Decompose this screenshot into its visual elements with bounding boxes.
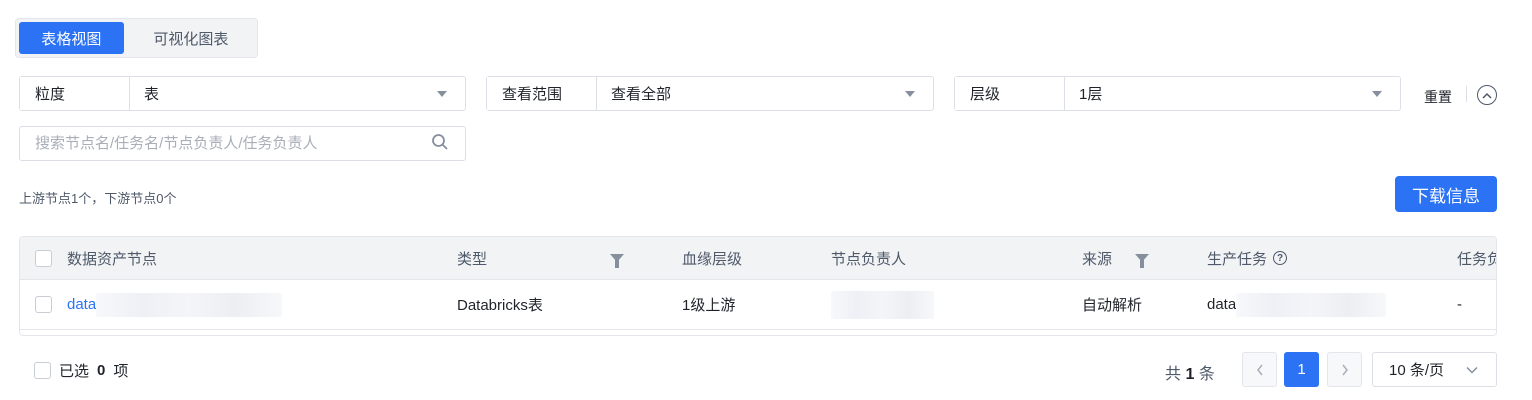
- task-cell: data: [1207, 296, 1237, 313]
- collapse-up-icon[interactable]: [1477, 85, 1497, 105]
- filter-label: 粒度: [20, 77, 130, 110]
- total-prefix: 共: [1165, 366, 1182, 383]
- download-button[interactable]: 下载信息: [1395, 176, 1497, 212]
- redacted-owner: [831, 290, 934, 319]
- redacted-text: [1236, 292, 1387, 317]
- tab-chart-view[interactable]: 可视化图表: [128, 22, 254, 54]
- column-header: 数据资产节点: [67, 250, 158, 268]
- selected-count: 0: [97, 362, 106, 379]
- search-icon[interactable]: [431, 133, 449, 154]
- lineage-summary: 上游节点1个，下游节点0个: [19, 191, 177, 206]
- filter-granularity[interactable]: 粒度 表: [19, 76, 466, 111]
- chevron-down-icon: [1466, 361, 1478, 378]
- filter-value: 查看全部: [611, 86, 672, 103]
- tab-table-view[interactable]: 表格视图: [19, 22, 124, 54]
- column-header: 来源: [1082, 250, 1113, 268]
- source-cell: 自动解析: [1082, 297, 1143, 314]
- column-header: 生产任务 ?: [1207, 237, 1288, 279]
- filter-icon[interactable]: [1135, 237, 1149, 279]
- filter-select[interactable]: 1层: [1065, 77, 1400, 110]
- caret-down-icon: [905, 90, 915, 97]
- selected-prefix: 已选: [59, 363, 90, 380]
- table-header: 数据资产节点 类型 血缘层级 节点负责人 来源 生产任务 ? 任务负: [20, 237, 1496, 280]
- task-owner-cell: -: [1457, 296, 1462, 313]
- view-switch: 表格视图 可视化图表: [15, 18, 258, 58]
- type-cell: Databricks表: [457, 297, 543, 314]
- filter-value: 表: [144, 86, 160, 103]
- filter-select[interactable]: 表: [130, 77, 465, 110]
- filter-icon[interactable]: [610, 237, 624, 279]
- total-number: 1: [1185, 366, 1195, 383]
- redacted-text: [96, 292, 283, 317]
- column-header: 任务负: [1457, 250, 1496, 268]
- column-header: 节点负责人: [831, 250, 907, 268]
- select-all-checkbox[interactable]: [35, 249, 52, 267]
- page-size-value: 10 条/页: [1389, 362, 1445, 379]
- reset-button[interactable]: 重置: [1424, 87, 1452, 107]
- lineage-table: 数据资产节点 类型 血缘层级 节点负责人 来源 生产任务 ? 任务负 data …: [19, 236, 1497, 336]
- filter-label: 层级: [955, 77, 1065, 110]
- total-count: 共 1 条: [1165, 360, 1215, 384]
- filter-level[interactable]: 层级 1层: [954, 76, 1401, 111]
- level-cell: 1级上游: [682, 297, 736, 314]
- row-checkbox[interactable]: [35, 296, 52, 313]
- chevron-right-icon[interactable]: [1327, 352, 1362, 387]
- column-header-label: 生产任务: [1207, 250, 1268, 268]
- filter-label: 查看范围: [487, 77, 597, 110]
- divider: [1466, 86, 1467, 102]
- chevron-left-icon[interactable]: [1242, 352, 1277, 387]
- search-input[interactable]: [35, 135, 415, 152]
- filter-select[interactable]: 查看全部: [597, 77, 933, 110]
- search-box: [19, 126, 466, 161]
- selected-suffix: 项: [113, 363, 129, 380]
- asset-link[interactable]: data: [67, 296, 96, 313]
- footer-select-checkbox[interactable]: [34, 362, 51, 379]
- page-button-current[interactable]: 1: [1284, 352, 1319, 387]
- filter-value: 1层: [1079, 86, 1103, 103]
- table-row[interactable]: data Databricks表 1级上游 自动解析 data -: [20, 280, 1496, 330]
- total-suffix: 条: [1198, 366, 1215, 383]
- filter-scope[interactable]: 查看范围 查看全部: [486, 76, 934, 111]
- help-icon[interactable]: ?: [1273, 251, 1288, 265]
- page-size-select[interactable]: 10 条/页: [1372, 352, 1497, 387]
- selection-summary: 已选 0 项: [34, 360, 128, 381]
- column-header: 血缘层级: [682, 250, 743, 268]
- caret-down-icon: [1372, 90, 1382, 97]
- column-header: 类型: [457, 250, 488, 268]
- caret-down-icon: [437, 90, 447, 97]
